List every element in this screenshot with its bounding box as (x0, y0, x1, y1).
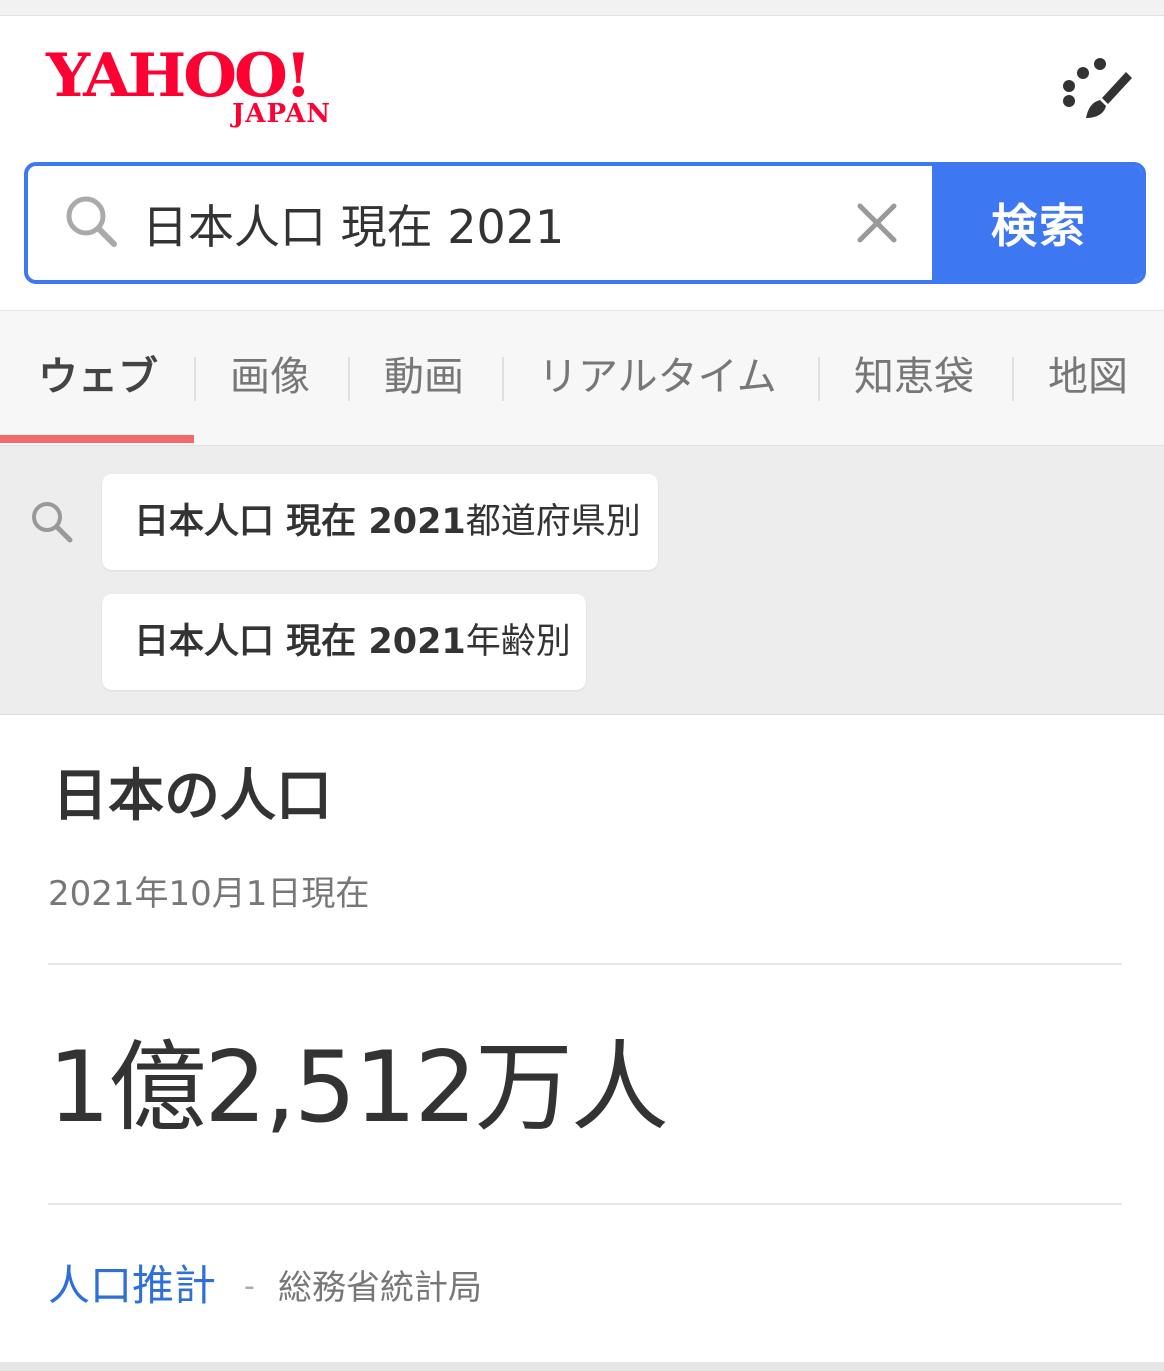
search-input[interactable] (142, 184, 832, 264)
source-link[interactable]: 人口推計 (48, 1258, 216, 1314)
theme-settings-button[interactable] (1052, 56, 1142, 126)
suggestion-chip[interactable]: 日本人口 現在 2021年齢別 (102, 594, 586, 690)
tab-divider (194, 357, 196, 401)
tab-videos[interactable]: 動画 (384, 349, 464, 405)
header: YAHOO! JAPAN (0, 16, 1164, 162)
related-suggestions: 日本人口 現在 2021都道府県別 日本人口 現在 2021年齢別 (0, 446, 1164, 715)
tab-images[interactable]: 画像 (230, 349, 310, 405)
population-answer-card: 日本の人口 2021年10月1日現在 1億2,512万人 人口推計 - 総務省統… (48, 714, 1122, 1354)
source-organization: 総務省統計局 (278, 1268, 482, 1308)
tab-divider (818, 357, 820, 401)
bottom-divider (0, 1362, 1164, 1371)
yahoo-japan-logo[interactable]: YAHOO! JAPAN (46, 46, 366, 128)
search-icon (62, 192, 122, 252)
top-status-strip (0, 0, 1164, 16)
divider (48, 963, 1122, 965)
divider (48, 1203, 1122, 1205)
source-separator: - (244, 1269, 255, 1304)
tab-divider (1012, 357, 1014, 401)
search-icon (28, 498, 76, 546)
suggestion-query: 日本人口 現在 2021 (134, 502, 466, 542)
active-tab-indicator (0, 435, 194, 443)
search-tabs: ウェブ 画像 動画 リアルタイム 知恵袋 地図 (0, 310, 1164, 447)
search-button[interactable]: 検索 (932, 166, 1142, 280)
clear-search-button[interactable] (854, 200, 900, 246)
card-date: 2021年10月1日現在 (48, 874, 370, 914)
suggestion-suffix: 年齢別 (465, 622, 571, 662)
suggestion-suffix: 都道府県別 (465, 502, 641, 542)
tab-web[interactable]: ウェブ (38, 349, 158, 405)
logo-wordmark: YAHOO! (46, 41, 312, 111)
logo-sub-wordmark: JAPAN (232, 99, 332, 129)
population-value: 1億2,512万人 (48, 1031, 669, 1145)
tab-maps[interactable]: 地図 (1048, 349, 1128, 405)
search-bar: 検索 (24, 162, 1146, 284)
tab-divider (502, 357, 504, 401)
tab-chiebukuro[interactable]: 知恵袋 (854, 349, 974, 405)
card-title: 日本の人口 (52, 764, 332, 829)
tab-divider (348, 357, 350, 401)
palette-brush-icon (1063, 58, 1132, 118)
close-icon (857, 203, 897, 243)
suggestion-chip[interactable]: 日本人口 現在 2021都道府県別 (102, 474, 658, 570)
suggestion-query: 日本人口 現在 2021 (134, 622, 466, 662)
tab-realtime[interactable]: リアルタイム (538, 349, 777, 405)
